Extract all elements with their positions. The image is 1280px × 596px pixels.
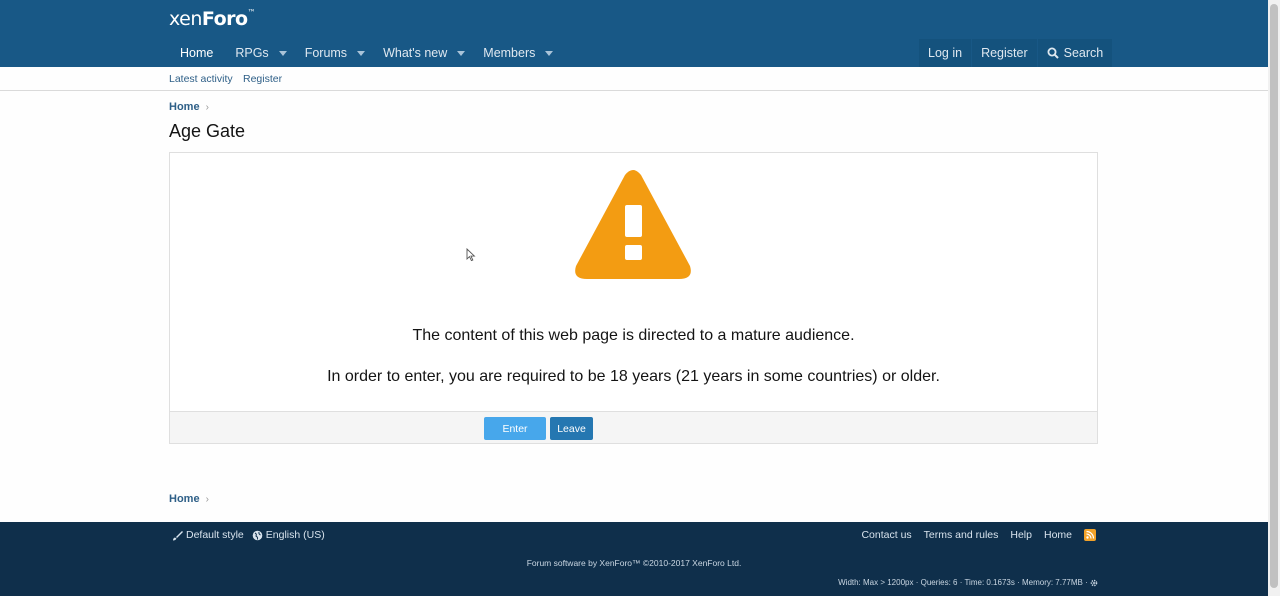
page-title: Age Gate — [169, 121, 246, 141]
chevron-down-icon[interactable] — [357, 50, 366, 56]
chevron-down-icon[interactable] — [457, 50, 466, 56]
leave-button[interactable]: Leave — [550, 417, 593, 440]
gear-icon[interactable] — [1090, 579, 1098, 587]
login-button[interactable]: Log in — [919, 39, 972, 67]
nav-members[interactable]: Members — [472, 39, 560, 67]
age-gate-actions: Enter Leave — [170, 411, 1097, 443]
site-footer: Default style English (US) Contact us Te… — [0, 522, 1268, 596]
warning-icon — [575, 170, 691, 279]
footer-links: Contact us Terms and rules Help Home — [861, 529, 1096, 541]
language-chooser[interactable]: English (US) — [252, 529, 325, 541]
chevron-down-icon[interactable] — [278, 50, 287, 56]
register-button[interactable]: Register — [972, 39, 1037, 67]
footer-home-link[interactable]: Home — [1044, 529, 1072, 541]
age-gate-block: The content of this web page is directed… — [169, 152, 1098, 444]
main-nav: Home RPGs Forums What's new Members — [169, 39, 560, 67]
style-chooser[interactable]: Default style — [172, 529, 244, 541]
breadcrumb-bottom: Home › — [169, 493, 209, 505]
vertical-scrollbar[interactable] — [1268, 0, 1280, 596]
site-logo[interactable]: xenForo™ — [169, 8, 256, 30]
footer-contact-link[interactable]: Contact us — [861, 529, 911, 541]
mouse-cursor-icon — [466, 248, 476, 262]
nav-whats-new[interactable]: What's new — [372, 39, 472, 67]
site-header: xenForo™ Home RPGs Forums What's new Mem… — [0, 0, 1268, 67]
breadcrumb-bottom-home-link[interactable]: Home — [169, 493, 200, 505]
account-nav: Log in Register Search — [919, 39, 1113, 67]
age-gate-body: The content of this web page is directed… — [170, 153, 1097, 411]
rss-icon[interactable] — [1084, 529, 1096, 541]
breadcrumb: Home › — [169, 101, 209, 113]
nav-rpgs[interactable]: RPGs — [224, 39, 293, 67]
age-requirement-message: In order to enter, you are required to b… — [327, 368, 940, 385]
footer-left: Default style English (US) — [172, 529, 325, 541]
subnav-register-link[interactable]: Register — [243, 73, 282, 85]
nav-forums[interactable]: Forums — [294, 39, 372, 67]
scrollbar-thumb[interactable] — [1270, 4, 1278, 588]
enter-button[interactable]: Enter — [484, 417, 546, 440]
breadcrumb-home-link[interactable]: Home — [169, 101, 200, 113]
search-icon — [1047, 47, 1059, 59]
mature-audience-message: The content of this web page is directed… — [412, 327, 855, 344]
chevron-down-icon[interactable] — [545, 50, 554, 56]
nav-home[interactable]: Home — [169, 39, 224, 67]
footer-terms-link[interactable]: Terms and rules — [924, 529, 999, 541]
footer-help-link[interactable]: Help — [1010, 529, 1032, 541]
globe-icon — [252, 530, 263, 540]
search-button[interactable]: Search — [1037, 39, 1113, 67]
chevron-right-icon: › — [205, 102, 209, 113]
debug-info: Width: Max > 1200px · Queries: 6 · Time:… — [838, 578, 1098, 587]
copyright-text: Forum software by XenForo™ ©2010-2017 Xe… — [526, 558, 742, 568]
latest-activity-link[interactable]: Latest activity — [169, 73, 233, 85]
sub-nav: Latest activity Register — [0, 67, 1268, 91]
chevron-right-icon: › — [205, 494, 209, 505]
paint-brush-icon — [173, 530, 183, 540]
